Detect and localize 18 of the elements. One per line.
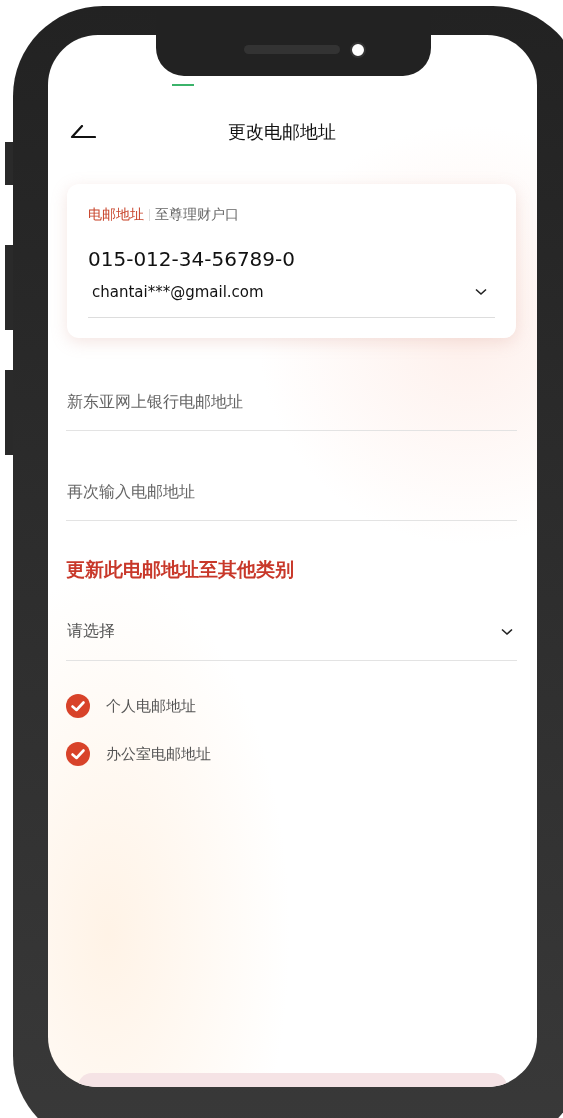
camera-dot [350,42,366,58]
back-icon[interactable] [70,125,96,139]
status-indicator [172,84,194,86]
checkbox-label: 个人电邮地址 [106,696,196,716]
chevron-down-icon [475,288,487,296]
account-tab[interactable]: 至尊理财户口 [155,206,239,224]
checked-checkbox-icon[interactable] [66,742,90,766]
category-dropdown[interactable]: 请选择 [66,621,517,661]
account-number: 015-012-34-56789-0 [88,247,296,271]
page-title: 更改电邮地址 [228,120,336,144]
email-input-field[interactable]: 再次输入电邮地址 [66,482,517,521]
email-dropdown[interactable]: chantai***@gmail.com [88,283,495,318]
section-heading: 更新此电邮地址至其他类别 [66,557,295,582]
email-input-field[interactable]: 新东亚网上银行电邮地址 [66,392,517,431]
account-tab[interactable]: 电邮地址 [88,206,144,224]
checked-checkbox-icon[interactable] [66,694,90,718]
chevron-down-icon [501,627,513,636]
checkbox-label: 办公室电邮地址 [106,744,211,764]
